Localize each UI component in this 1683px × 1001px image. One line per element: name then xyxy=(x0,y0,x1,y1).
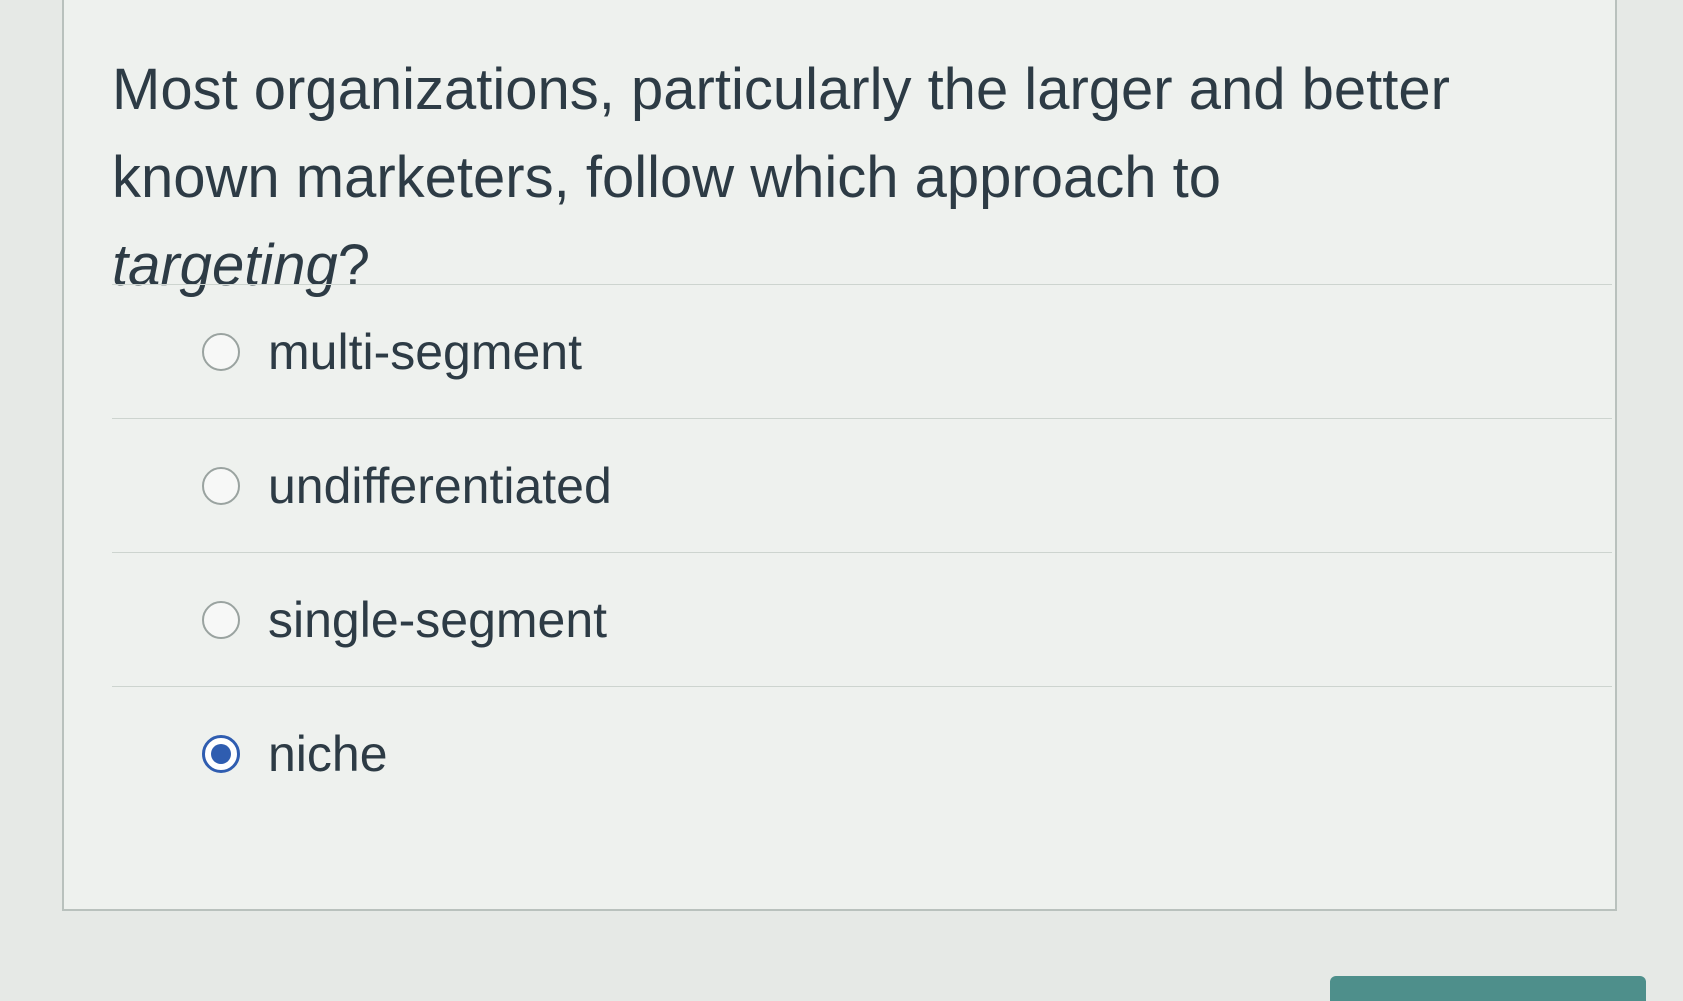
radio-button-icon[interactable] xyxy=(202,600,240,639)
answer-option-single-segment[interactable]: single-segment xyxy=(112,552,1612,686)
answer-option-multi-segment[interactable]: multi-segment xyxy=(112,284,1612,418)
question-card: Most organizations, particularly the lar… xyxy=(62,0,1617,911)
answer-label: undifferentiated xyxy=(268,457,612,514)
question-text-main: Most organizations, particularly the lar… xyxy=(112,57,1450,210)
submit-button[interactable] xyxy=(1330,976,1646,1001)
answer-option-undifferentiated[interactable]: undifferentiated xyxy=(112,418,1612,552)
answer-label: single-segment xyxy=(268,591,608,648)
radio-button-selected-icon[interactable] xyxy=(202,734,240,773)
quiz-screen: Most organizations, particularly the lar… xyxy=(0,0,1683,1001)
answer-list: multi-segment undifferentiated single-se… xyxy=(112,284,1612,820)
radio-button-icon[interactable] xyxy=(202,332,240,371)
answer-label: multi-segment xyxy=(268,323,582,380)
answer-option-niche[interactable]: niche xyxy=(112,686,1612,820)
radio-button-icon[interactable] xyxy=(202,466,240,505)
question-text: Most organizations, particularly the lar… xyxy=(112,46,1492,310)
answer-label: niche xyxy=(268,725,388,782)
